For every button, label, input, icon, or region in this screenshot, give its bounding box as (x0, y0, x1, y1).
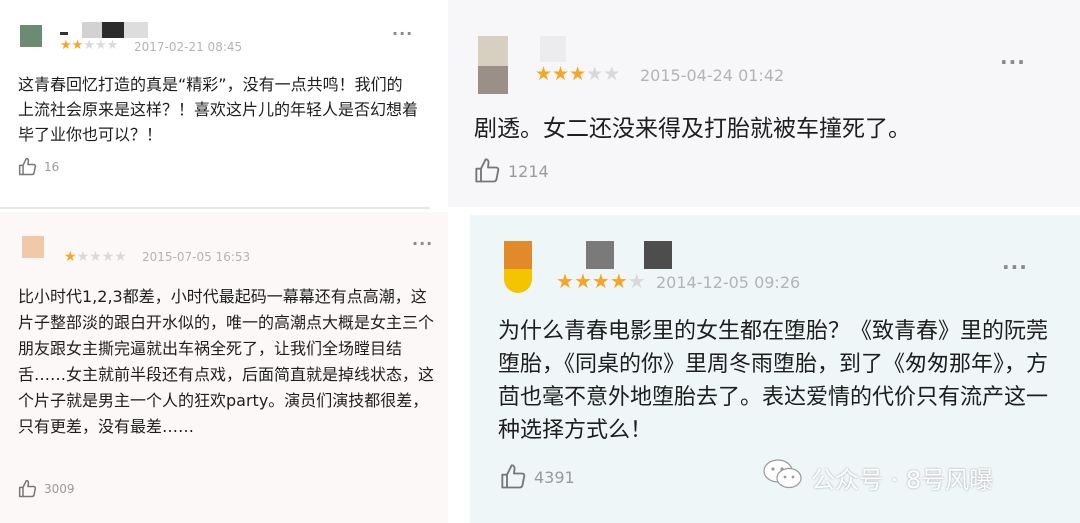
rating-stars: ★ ★ ★ ★ ★ (556, 271, 646, 291)
more-dots-icon[interactable]: ··· (1000, 50, 1026, 74)
star-filled-icon: ★ (64, 249, 77, 265)
thumbs-up-icon (500, 463, 528, 491)
username-blurred (540, 36, 566, 62)
star-empty-icon: ★ (76, 249, 90, 265)
like-count: 16 (44, 160, 60, 174)
watermark-text: 公众号 · 8号风曝 (811, 465, 994, 494)
divider (0, 207, 430, 209)
star-filled-icon: ★ (535, 63, 553, 85)
star-empty-icon: ★ (627, 269, 646, 293)
review-date: 2015-07-05 16:53 (142, 250, 251, 264)
star-empty-icon: ★ (94, 38, 107, 53)
review-text: 为什么青春电影里的女生都在堕胎？《致青春》里的阮莞堕胎，《同桌的你》里周冬雨堕胎… (498, 319, 1049, 443)
username-blurred (60, 22, 148, 38)
username-blurred (586, 241, 696, 269)
rating-stars: ★ ★ ★ ★ ★ (535, 65, 620, 84)
more-dots-icon[interactable]: ··· (412, 234, 433, 253)
more-dots-icon[interactable]: ··· (392, 24, 413, 43)
avatar[interactable] (20, 25, 42, 47)
like-button[interactable]: 3009 (18, 479, 75, 499)
review-date: 2015-04-24 01:42 (640, 66, 785, 85)
avatar[interactable] (22, 236, 44, 258)
rating-stars: ★ ★ ★ ★ ★ (64, 250, 127, 264)
review-date: 2014-12-05 09:26 (656, 273, 801, 292)
star-filled-icon: ★ (591, 269, 610, 293)
like-count: 1214 (508, 161, 549, 181)
review-card-1: ★ ★ ★ ★ ★ 2017-02-21 08:45 ··· 这青春回忆打造的真是“精彩… (0, 0, 430, 207)
star-empty-icon: ★ (586, 63, 604, 85)
avatar[interactable] (504, 241, 532, 293)
review-card-2: ★ ★ ★ ★ ★ 2015-04-24 01:42 ··· 剧透。女二还没来得及打胎就… (448, 0, 1080, 207)
avatar[interactable] (478, 36, 508, 94)
star-empty-icon: ★ (603, 63, 621, 85)
star-filled-icon: ★ (60, 38, 72, 53)
star-empty-icon: ★ (114, 249, 127, 265)
review-card-3: ★ ★ ★ ★ ★ 2015-07-05 16:53 ··· 比小时代1,2,3都差，小… (0, 212, 448, 523)
review-text: 剧透。女二还没来得及打胎就被车撞死了。 (474, 116, 911, 142)
review-text: 这青春回忆打造的真是“精彩”，没有一点共鸣！我们的上流社会原来是这样？！喜欢这片… (18, 75, 419, 144)
like-count: 4391 (534, 467, 575, 487)
wechat-icon (763, 457, 811, 497)
like-button[interactable]: 1214 (474, 157, 549, 185)
like-count: 3009 (44, 482, 75, 496)
star-filled-icon: ★ (609, 269, 628, 293)
star-empty-icon: ★ (89, 249, 102, 265)
star-empty-icon: ★ (83, 38, 95, 53)
star-filled-icon: ★ (569, 63, 587, 85)
like-button[interactable]: 4391 (500, 463, 575, 491)
star-filled-icon: ★ (556, 269, 574, 293)
more-dots-icon[interactable]: ··· (1002, 255, 1028, 279)
star-filled-icon: ★ (552, 63, 570, 85)
rating-stars: ★ ★ ★ ★ ★ (60, 39, 118, 52)
star-filled-icon: ★ (71, 38, 84, 53)
watermark: 公众号 · 8号风曝 (763, 457, 993, 497)
review-text: 比小时代1,2,3都差，小时代最起码一幕幕还有点高潮，这片子整部淡的跟白开水似的… (18, 287, 435, 436)
thumbs-up-icon (18, 157, 38, 177)
star-empty-icon: ★ (101, 249, 115, 265)
like-button[interactable]: 16 (18, 157, 59, 177)
thumbs-up-icon (474, 157, 502, 185)
star-empty-icon: ★ (106, 38, 119, 53)
star-filled-icon: ★ (573, 269, 592, 293)
thumbs-up-icon (18, 479, 38, 499)
review-date: 2017-02-21 08:45 (134, 40, 243, 54)
